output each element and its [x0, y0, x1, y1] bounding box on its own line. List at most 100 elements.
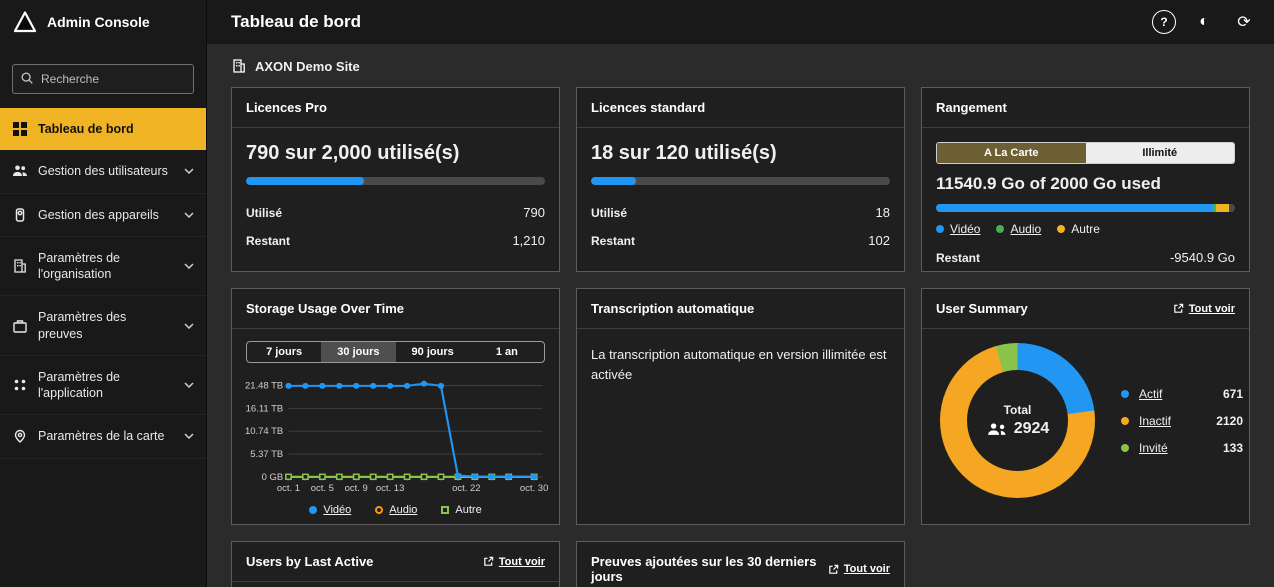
storage-chart-wrap: 0 GB5.37 TB10.74 TB16.11 TB21.48 TBoct. …: [232, 365, 559, 502]
licences-pro-used-row: Utilisé 790: [246, 205, 545, 220]
transcription-card: Transcription automatique La transcripti…: [576, 288, 905, 525]
storage-over-time-header: Storage Usage Over Time: [232, 289, 559, 329]
licences-standard-used-row: Utilisé 18: [591, 205, 890, 220]
toggle-a-la-carte[interactable]: A La Carte: [937, 143, 1086, 163]
user-summary-donut-wrap: Total 2924: [940, 343, 1095, 498]
external-link-icon: [828, 564, 839, 575]
dashboard-content: AXON Demo Site Licences Pro 790 sur 2,00…: [207, 44, 1274, 587]
autre-dot-icon: [1057, 225, 1065, 233]
card-grid: Licences Pro 790 sur 2,000 utilisé(s) Ut…: [231, 87, 1250, 587]
users-icon: [12, 163, 28, 179]
storage-bar-autre: [1216, 204, 1229, 212]
site-name: AXON Demo Site: [255, 59, 360, 74]
storage-usage-bar: [936, 204, 1235, 212]
sidebar-item-dashboard[interactable]: Tableau de bord: [0, 108, 206, 150]
audio-marker-icon: [375, 506, 383, 514]
sidebar-item-label: Paramètres de l'application: [38, 369, 174, 402]
transcription-header: Transcription automatique: [577, 289, 904, 329]
video-marker-icon: [309, 506, 317, 514]
people-icon: [986, 422, 1008, 436]
logo-row: Admin Console: [0, 0, 206, 44]
legend-actif-row: Actif 671: [1121, 387, 1243, 401]
transcription-title: Transcription automatique: [591, 301, 754, 316]
licences-pro-headline: 790 sur 2,000 utilisé(s): [246, 142, 545, 165]
sidebar-item-label: Paramètres des preuves: [38, 309, 174, 342]
donut-total-value: 2924: [1014, 420, 1050, 438]
storage-title: Rangement: [936, 100, 1007, 115]
svg-text:oct. 1: oct. 1: [277, 483, 300, 493]
search-input[interactable]: [12, 64, 194, 94]
sidebar-item-label: Gestion des utilisateurs: [38, 163, 174, 179]
range-1-an[interactable]: 1 an: [470, 342, 544, 362]
users-last-active-title: Users by Last Active: [246, 554, 373, 569]
remaining-value: 1,210: [512, 233, 545, 248]
legend-audio-label[interactable]: Audio: [1010, 222, 1041, 236]
sidebar-nav: Tableau de bord Gestion des utilisateurs…: [0, 108, 206, 459]
used-label: Utilisé: [246, 206, 282, 220]
device-icon: [12, 207, 28, 223]
sidebar-item-org-settings[interactable]: Paramètres de l'organisation: [0, 237, 206, 297]
transcription-body: La transcription automatique en version …: [577, 329, 904, 400]
storage-header: Rangement: [922, 88, 1249, 128]
range-7-jours[interactable]: 7 jours: [247, 342, 321, 362]
sidebar-item-evidence-settings[interactable]: Paramètres des preuves: [0, 296, 206, 356]
sidebar: Admin Console Tableau de bord Gestion de…: [0, 0, 207, 587]
evidence-added-title: Preuves ajoutées sur les 30 derniers jou…: [591, 554, 828, 584]
evidence-added-header: Preuves ajoutées sur les 30 derniers jou…: [577, 542, 904, 587]
storage-remaining-row: Restant -9540.9 Go: [936, 250, 1235, 265]
actif-label[interactable]: Actif: [1139, 387, 1193, 401]
evidence-added-view-all[interactable]: Tout voir: [828, 563, 890, 575]
licences-pro-card: Licences Pro 790 sur 2,000 utilisé(s) Ut…: [231, 87, 560, 272]
licences-pro-title: Licences Pro: [246, 100, 327, 115]
refresh-icon[interactable]: ⟳: [1232, 10, 1256, 34]
sidebar-item-label: Paramètres de l'organisation: [38, 250, 174, 283]
used-value: 790: [523, 205, 545, 220]
help-icon[interactable]: ?: [1152, 10, 1176, 34]
legend-inactif-row: Inactif 2120: [1121, 414, 1243, 428]
inactif-dot-icon: [1121, 417, 1129, 425]
storage-headline: 11540.9 Go of 2000 Go used: [936, 174, 1235, 194]
users-last-active-view-all[interactable]: Tout voir: [483, 556, 545, 568]
autre-marker-icon: [441, 506, 449, 514]
chart-legend-autre-label[interactable]: Autre: [455, 504, 481, 516]
legend-video-label[interactable]: Vidéo: [950, 222, 980, 236]
chart-legend-audio: Audio: [375, 504, 417, 516]
actif-value: 671: [1201, 387, 1243, 401]
svg-text:oct. 5: oct. 5: [311, 483, 334, 493]
sidebar-item-user-management[interactable]: Gestion des utilisateurs: [0, 150, 206, 193]
actif-dot-icon: [1121, 390, 1129, 398]
legend-autre-label[interactable]: Autre: [1071, 222, 1100, 236]
sidebar-item-map-settings[interactable]: Paramètres de la carte: [0, 415, 206, 458]
chevron-down-icon: [184, 212, 194, 218]
application-icon: [12, 377, 28, 393]
inactif-label[interactable]: Inactif: [1139, 414, 1193, 428]
sidebar-item-app-settings[interactable]: Paramètres de l'application: [0, 356, 206, 416]
admin-console-app: Admin Console Tableau de bord Gestion de…: [0, 0, 1274, 587]
remaining-value: -9540.9 Go: [1170, 250, 1235, 265]
licences-standard-body: 18 sur 120 utilisé(s) Utilisé 18 Restant…: [577, 128, 904, 271]
remaining-label: Restant: [936, 251, 980, 265]
external-link-icon: [1173, 303, 1184, 314]
licences-pro-body: 790 sur 2,000 utilisé(s) Utilisé 790 Res…: [232, 128, 559, 271]
view-all-label: Tout voir: [499, 556, 545, 568]
used-label: Utilisé: [591, 206, 627, 220]
header-icons: ? ◐ ⟳: [1152, 10, 1256, 34]
sidebar-title: Admin Console: [47, 14, 150, 30]
chart-legend-video-label[interactable]: Vidéo: [323, 504, 351, 516]
chart-legend-autre: Autre: [441, 504, 481, 516]
user-summary-view-all[interactable]: Tout voir: [1173, 303, 1235, 315]
sidebar-item-device-management[interactable]: Gestion des appareils: [0, 194, 206, 237]
range-90-jours[interactable]: 90 jours: [396, 342, 470, 362]
range-30-jours[interactable]: 30 jours: [321, 342, 395, 362]
map-icon: [12, 428, 28, 444]
toggle-illimite[interactable]: Illimité: [1086, 143, 1235, 163]
chart-legend-audio-label[interactable]: Audio: [389, 504, 417, 516]
evidence-added-card: Preuves ajoutées sur les 30 derniers jou…: [576, 541, 905, 587]
licences-standard-header: Licences standard: [577, 88, 904, 128]
contrast-toggle-icon[interactable]: ◐: [1192, 10, 1216, 34]
svg-text:oct. 9: oct. 9: [345, 483, 368, 493]
storage-body: A La Carte Illimité 11540.9 Go of 2000 G…: [922, 128, 1249, 272]
remaining-label: Restant: [591, 234, 635, 248]
legend-video: Vidéo: [936, 222, 980, 236]
invite-label[interactable]: Invité: [1139, 441, 1193, 455]
